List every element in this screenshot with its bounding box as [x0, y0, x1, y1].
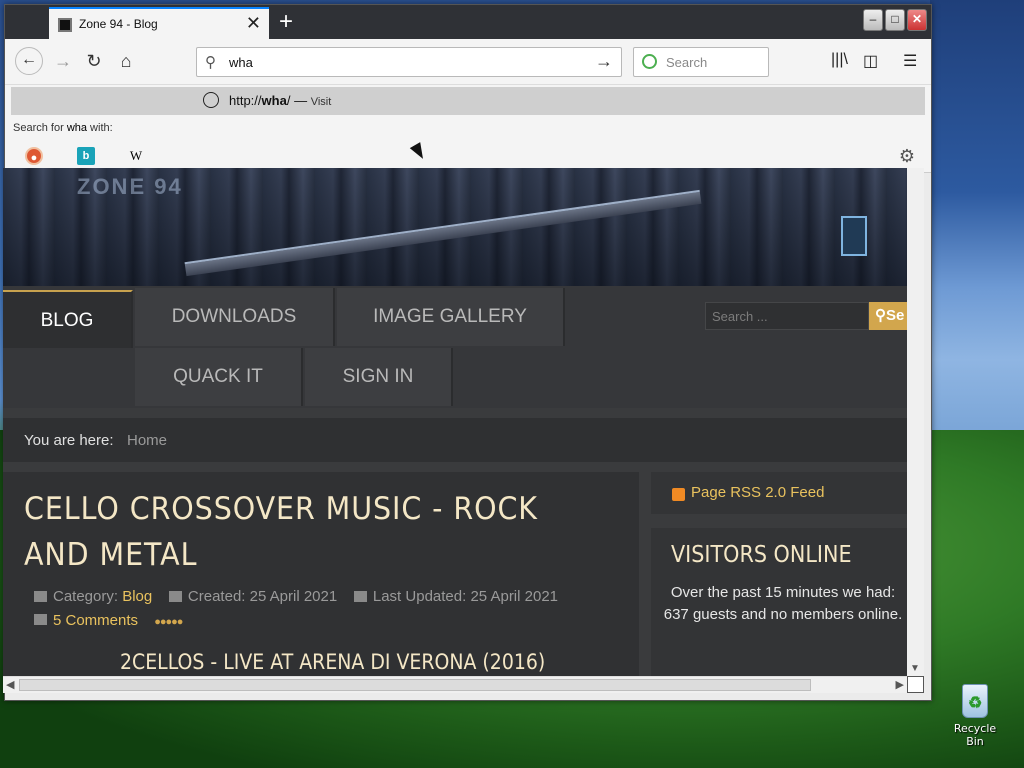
address-bar[interactable]: ⚲ wha →	[196, 47, 622, 77]
comments-link[interactable]: 5 Comments	[53, 612, 138, 629]
sidebar-toggle-icon[interactable]: ◫	[863, 51, 878, 71]
minimize-button[interactable]: –	[863, 9, 883, 31]
rss-module: Page RSS 2.0 Feed	[651, 472, 907, 514]
article-comments: 5 Comments ●●●●●	[34, 612, 183, 629]
new-tab-button[interactable]: +	[279, 8, 293, 36]
site-logo[interactable]: ZONE 94	[77, 174, 183, 200]
tab-zone94-blog[interactable]: Zone 94 - Blog ✕	[49, 7, 269, 39]
search-icon: ⚲	[875, 307, 886, 324]
calendar-edit-icon	[353, 591, 367, 602]
search-icon: ⚲	[205, 54, 216, 71]
article: CELLO CROSSOVER MUSIC - ROCK AND METAL C…	[3, 472, 639, 676]
back-button[interactable]: ←	[15, 47, 43, 75]
visitors-heading: VISITORS ONLINE	[671, 542, 852, 568]
gear-icon[interactable]: ⚙	[899, 146, 915, 167]
site-menu: BLOG DOWNLOADS IMAGE GALLERY QUACK IT SI…	[3, 286, 907, 408]
url-suggestion-dropdown: http://wha/ — Visit Search for wha with:…	[5, 85, 931, 173]
scroll-left-icon[interactable]: ◀	[6, 678, 14, 691]
category-link[interactable]: Blog	[122, 588, 152, 605]
scroll-down-icon[interactable]: ▼	[910, 663, 920, 674]
suggestion-url: http://wha/ — Visit	[229, 93, 332, 108]
vertical-scrollbar[interactable]: ▼	[907, 168, 924, 676]
menu-item-image-gallery[interactable]: IMAGE GALLERY	[337, 288, 565, 346]
scrollbar-corner	[907, 676, 924, 693]
article-subheading: 2CELLOS - LIVE AT ARENA DI VERONA (2016)	[120, 650, 546, 674]
scroll-right-icon[interactable]: ▶	[896, 678, 904, 691]
tab-title: Zone 94 - Blog	[79, 17, 158, 31]
horizontal-scroll-thumb[interactable]	[19, 679, 811, 691]
breadcrumb-home[interactable]: Home	[127, 432, 167, 449]
bing-engine-icon[interactable]: b	[77, 147, 95, 165]
page-viewport: ZONE 94 BLOG DOWNLOADS IMAGE GALLERY QUA…	[3, 168, 907, 676]
search-engine-icon[interactable]	[642, 54, 657, 69]
article-meta: Category: Blog Created: 25 April 2021 La…	[34, 588, 558, 605]
menu-item-quack-it[interactable]: QUACK IT	[135, 348, 303, 406]
recycle-bin-icon: ♻	[962, 684, 988, 718]
tab-strip: Zone 94 - Blog ✕ + – □ ✕	[5, 5, 931, 39]
address-input[interactable]: wha	[229, 55, 253, 70]
go-arrow-icon[interactable]: →	[595, 51, 613, 72]
folder-icon	[34, 591, 47, 602]
rss-feed-link[interactable]: Page RSS 2.0 Feed	[691, 484, 824, 501]
close-window-button[interactable]: ✕	[907, 9, 927, 31]
visit-label: Visit	[310, 96, 332, 108]
recycle-bin-label: Recycle Bin	[953, 722, 997, 748]
menu-item-downloads[interactable]: DOWNLOADS	[135, 288, 335, 346]
globe-icon	[203, 92, 219, 108]
search-bar[interactable]: Search	[633, 47, 769, 77]
suggestion-row-visit[interactable]: http://wha/ — Visit	[11, 87, 925, 115]
calendar-icon	[168, 591, 182, 602]
menu-item-sign-in[interactable]: SIGN IN	[305, 348, 453, 406]
maximize-button[interactable]: □	[885, 9, 905, 31]
wikipedia-engine-icon[interactable]: W	[127, 147, 145, 165]
site-search-button[interactable]: ⚲Se	[869, 302, 907, 330]
search-input[interactable]: Search	[666, 55, 707, 70]
tab-close-icon[interactable]: ✕	[246, 13, 261, 34]
menu-hamburger-icon[interactable]: ☰	[903, 51, 917, 71]
home-button[interactable]: ⌂	[112, 49, 140, 75]
site-favicon-icon	[58, 18, 72, 32]
forward-button[interactable]: →	[49, 49, 77, 75]
updated-date: Last Updated: 25 April 2021	[372, 588, 559, 605]
rss-icon	[672, 488, 685, 501]
navigation-toolbar: ← → ↻ ⌂ ⚲ wha → Search |||\ ◫ ☰	[5, 39, 931, 85]
recycle-bin[interactable]: ♻ Recycle Bin	[944, 684, 1006, 748]
comment-icon	[34, 614, 47, 625]
created-date: Created: 25 April 2021	[187, 588, 338, 605]
breadcrumb: You are here: Home	[3, 418, 907, 462]
desktop-sky	[930, 0, 1024, 480]
banner-screen	[841, 216, 867, 256]
rating-stars[interactable]: ●●●●●	[154, 616, 183, 628]
article-title[interactable]: CELLO CROSSOVER MUSIC - ROCK AND METAL	[24, 486, 539, 578]
site-banner: ZONE 94	[3, 168, 907, 286]
visitors-text: Over the past 15 minutes we had: 637 gue…	[663, 584, 903, 623]
horizontal-scrollbar[interactable]: ◀ ▶	[3, 676, 907, 693]
duckduckgo-engine-icon[interactable]: ●	[25, 147, 43, 165]
search-with-label: Search for wha with:	[13, 122, 113, 134]
menu-item-blog[interactable]: BLOG	[3, 290, 133, 348]
breadcrumb-label: You are here:	[24, 432, 114, 449]
visitors-module: VISITORS ONLINE Over the past 15 minutes…	[651, 528, 907, 676]
banner-illustration	[184, 189, 702, 277]
library-icon[interactable]: |||\	[831, 51, 848, 69]
site-search-input[interactable]: Search ...	[705, 302, 869, 330]
reload-button[interactable]: ↻	[80, 49, 108, 75]
